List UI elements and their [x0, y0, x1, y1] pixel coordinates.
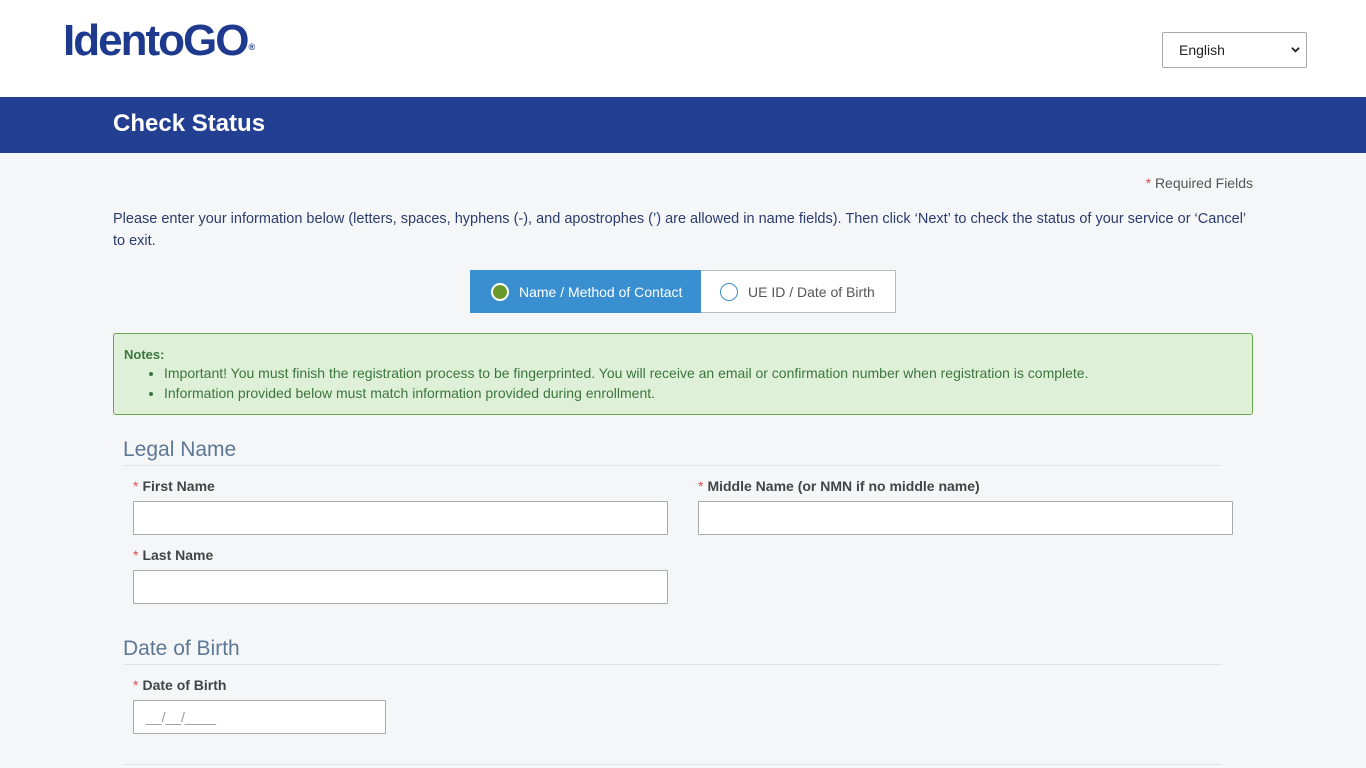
radio-selected-icon: [491, 282, 509, 301]
option-label: UE ID / Date of Birth: [748, 283, 875, 300]
required-star: *: [1145, 175, 1152, 191]
date-of-birth-heading: Date of Birth: [123, 637, 240, 660]
required-star: *: [133, 478, 139, 494]
required-star: *: [698, 478, 704, 494]
notes-list: Important! You must finish the registrat…: [124, 363, 1252, 403]
required-star: *: [133, 547, 139, 563]
page-banner: Check Status: [0, 97, 1366, 153]
required-star: *: [133, 677, 139, 693]
list-item: Information provided below must match in…: [164, 383, 1252, 403]
lookup-method-toggle: Name / Method of Contact UE ID / Date of…: [470, 270, 896, 313]
section-divider: [123, 465, 1222, 466]
last-name-label: * Last Name: [133, 547, 213, 563]
middle-name-input[interactable]: [698, 501, 1233, 535]
language-selected-value: English: [1179, 42, 1225, 58]
required-fields-text: Required Fields: [1154, 175, 1253, 191]
top-header: IdentoGO® English: [0, 0, 1366, 97]
radio-unselected-icon: [720, 282, 738, 301]
label-text: Date of Birth: [142, 677, 227, 693]
legal-name-heading: Legal Name: [123, 438, 237, 461]
list-item: Important! You must finish the registrat…: [164, 363, 1252, 383]
page-title: Check Status: [113, 110, 266, 137]
identogo-logo[interactable]: IdentoGO®: [63, 17, 255, 65]
logo-text: IdentoGO: [63, 16, 249, 65]
label-text: Last Name: [142, 547, 214, 563]
section-divider: [123, 664, 1222, 665]
first-name-input[interactable]: [133, 501, 668, 535]
date-of-birth-label: * Date of Birth: [133, 677, 226, 693]
notes-title: Notes:: [124, 347, 165, 362]
registered-mark: ®: [248, 42, 256, 52]
first-name-label: * First Name: [133, 478, 215, 494]
label-text: First Name: [142, 478, 215, 494]
middle-name-label: * Middle Name (or NMN if no middle name): [698, 478, 980, 494]
required-fields-note: * Required Fields: [1146, 175, 1253, 191]
option-label: Name / Method of Contact: [519, 283, 683, 300]
label-text: Middle Name (or NMN if no middle name): [707, 478, 980, 494]
notes-panel: Notes: Important! You must finish the re…: [113, 333, 1253, 415]
option-ueid-date-of-birth[interactable]: UE ID / Date of Birth: [701, 270, 896, 313]
last-name-input[interactable]: [133, 570, 668, 604]
date-of-birth-input[interactable]: __/__/____: [133, 700, 386, 734]
section-divider: [123, 764, 1222, 765]
chevron-down-icon: [1291, 47, 1300, 53]
language-select[interactable]: English: [1162, 32, 1307, 68]
instructions-text: Please enter your information below (let…: [113, 211, 1246, 249]
option-name-method-of-contact[interactable]: Name / Method of Contact: [470, 270, 701, 313]
